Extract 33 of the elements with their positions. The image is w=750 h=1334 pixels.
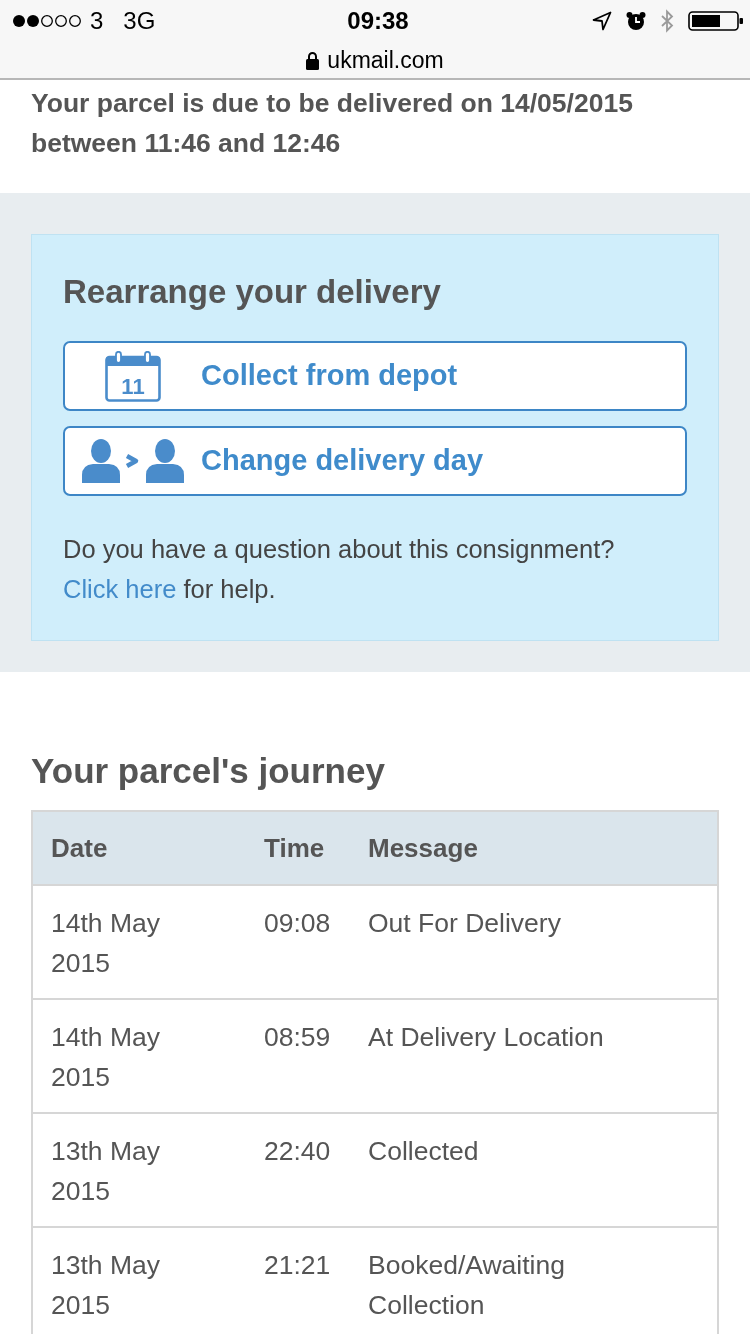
table-cell: 08:59 (246, 999, 350, 1113)
table-cell: Booked/Awaiting Collection (350, 1227, 718, 1334)
url-text[interactable]: ukmail.com (327, 46, 444, 74)
delivery-notice: Your parcel is due to be delivered on 14/05/2015 between 11:46 and 12:46 (31, 87, 634, 160)
column-header: Time (246, 811, 350, 885)
bluetooth-icon (660, 9, 674, 33)
signal-strength-icon (12, 14, 82, 28)
table-cell: Out For Delivery (350, 885, 718, 999)
table-cell: 14th May 2015 (32, 885, 246, 999)
carrier-name: 3 (90, 7, 104, 35)
person-swap-icon (82, 439, 184, 483)
column-header: Date (32, 811, 246, 885)
battery-icon (688, 11, 744, 31)
section-title: Your parcel's journey (31, 750, 386, 792)
table-cell: At Delivery Location (350, 999, 718, 1113)
table-cell: 14th May 2015 (32, 999, 246, 1113)
lock-icon (306, 50, 320, 70)
option-button[interactable]: 11 Collect from depot (63, 341, 687, 411)
table-cell: 13th May 2015 (32, 1227, 246, 1334)
network-type: 3G (122, 7, 156, 35)
alarm-clock-icon (626, 11, 646, 31)
help-link[interactable]: Click here (63, 575, 177, 603)
location-arrow-icon (592, 11, 612, 31)
table-cell: 13th May 2015 (32, 1113, 246, 1227)
status-time: 09:38 (347, 7, 409, 35)
table-cell: 09:08 (246, 885, 350, 999)
help-text: Do you have a question about this consignment? Click here for help. (63, 534, 616, 605)
table-cell: 21:21 (246, 1227, 350, 1334)
panel-title: Rearrange your delivery (63, 272, 442, 312)
option-button[interactable]: Change delivery day (63, 426, 687, 496)
column-header: Message (350, 811, 718, 885)
table-cell: 22:40 (246, 1113, 350, 1227)
table-cell: Collected (350, 1113, 718, 1227)
